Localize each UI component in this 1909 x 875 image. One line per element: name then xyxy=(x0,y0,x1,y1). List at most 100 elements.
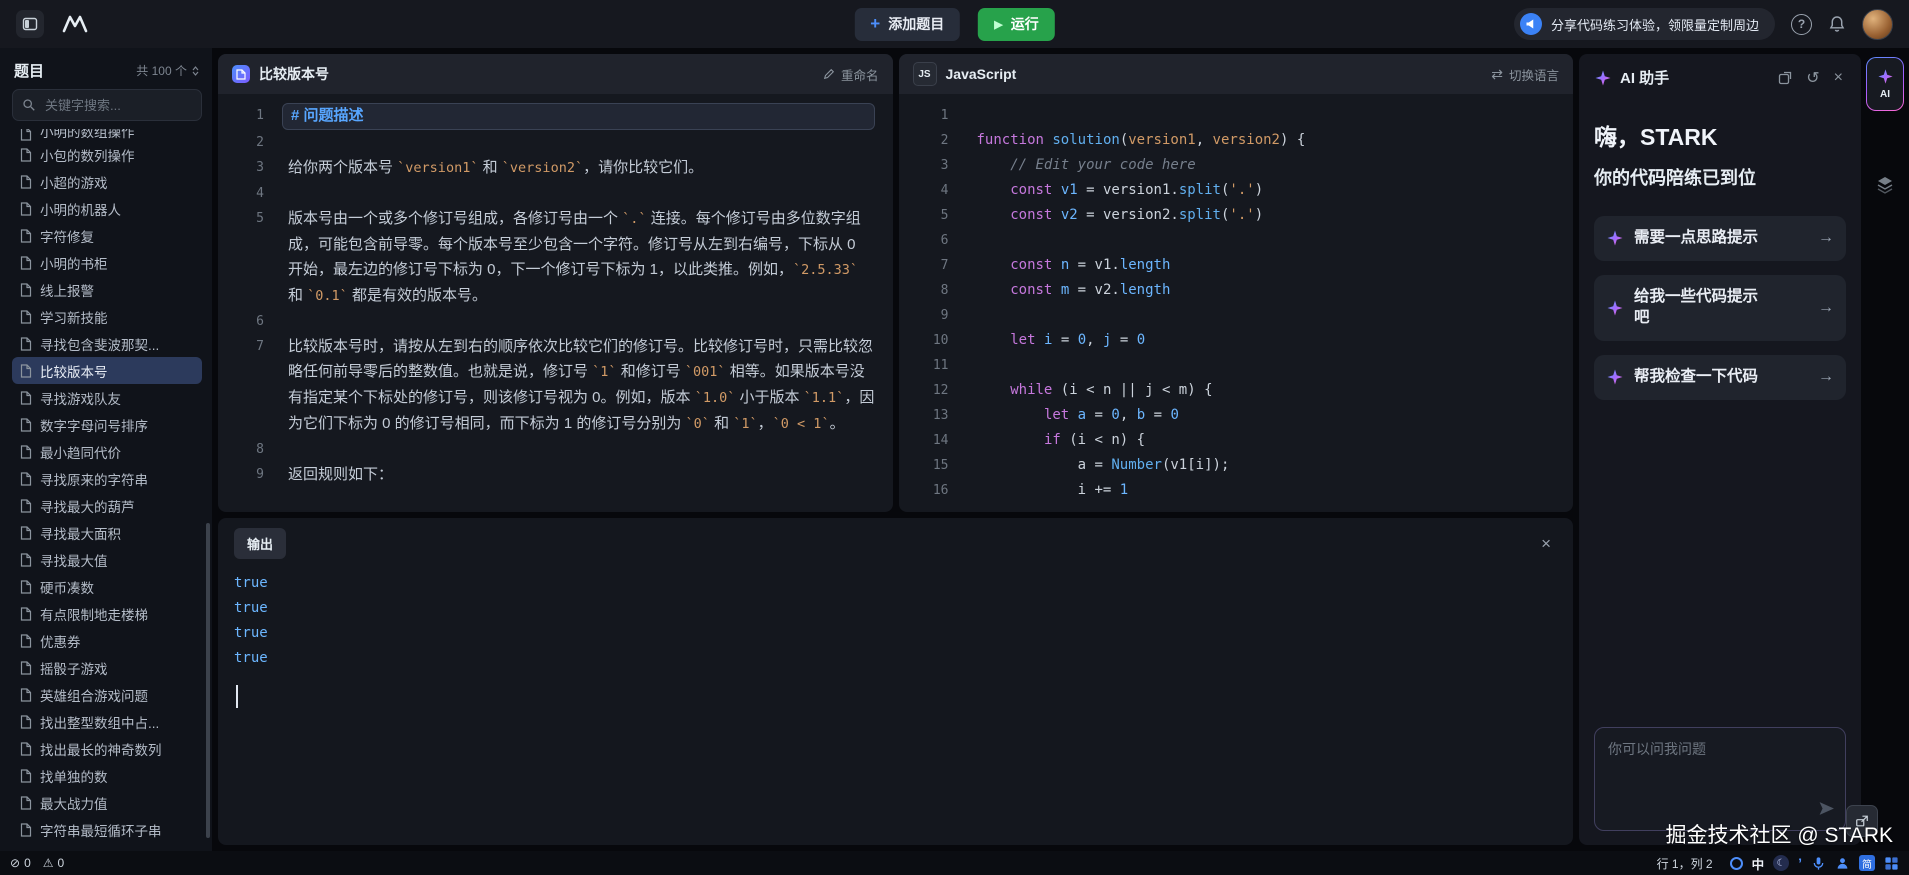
line-number: 3 xyxy=(256,160,264,175)
sidebar-item[interactable]: 英雄组合游戏问题 xyxy=(12,681,202,708)
sidebar-scrollbar[interactable] xyxy=(206,523,210,838)
share-icon[interactable] xyxy=(1775,71,1795,85)
ai-suggestion-card[interactable]: 给我一些代码提示吧 → xyxy=(1594,274,1846,341)
line-number: 5 xyxy=(940,208,949,223)
sidebar-item[interactable]: 字符修复 xyxy=(12,222,202,249)
user-avatar[interactable] xyxy=(1862,8,1893,40)
sparkle-icon xyxy=(1606,229,1624,247)
sidebar-item[interactable]: 找单独的数 xyxy=(12,762,202,789)
sidebar-item[interactable]: 优惠券 xyxy=(12,627,202,654)
rename-button[interactable]: 重命名 xyxy=(823,65,879,84)
sparkle-icon xyxy=(1606,368,1624,386)
code-line-text: while (i < n || j < m) { xyxy=(1010,382,1213,398)
history-icon[interactable]: ↺ xyxy=(1803,68,1822,88)
switch-icon: ⇄ xyxy=(1491,65,1503,82)
output-console[interactable]: true true true true xyxy=(234,571,1557,835)
microphone-icon[interactable] xyxy=(1811,856,1826,871)
sidebar-item[interactable]: 硬币凑数 xyxy=(12,573,202,600)
watermark: 掘金技术社区 @ STARK xyxy=(1665,824,1893,847)
line-number: 9 xyxy=(256,467,264,482)
code-line-text: a = Number(v1[i]); xyxy=(976,457,1230,473)
warning-indicator[interactable]: ⚠ 0 xyxy=(43,856,64,870)
sidebar-item[interactable]: 寻找最大面积 xyxy=(12,519,202,546)
problem-line-text: # 问题描述 xyxy=(282,103,875,130)
problem-line-text xyxy=(288,130,875,155)
sidebar-toggle-icon[interactable] xyxy=(16,10,44,38)
code-line: 5 const v2 = version2.split('.') xyxy=(899,203,1574,228)
problem-line: 1 # 问题描述 xyxy=(218,103,893,130)
search-input[interactable] xyxy=(43,96,192,114)
document-icon xyxy=(20,147,32,162)
line-number: 7 xyxy=(940,258,949,273)
sidebar-item[interactable]: 有点限制地走楼梯 xyxy=(12,600,202,627)
code-line-text: const v2 = version2.split('.') xyxy=(1010,207,1264,223)
sidebar-item-label: 线上报警 xyxy=(40,283,94,299)
ai-assistant-toggle[interactable]: AI xyxy=(1866,57,1904,111)
sidebar-item[interactable]: 寻找原来的字符串 xyxy=(12,465,202,492)
ai-suggestion-card[interactable]: 需要一点思路提示 → xyxy=(1594,216,1846,261)
line-number: 8 xyxy=(256,442,264,457)
sidebar-item[interactable]: 最小趋同代价 xyxy=(12,438,202,465)
notifications-icon[interactable] xyxy=(1828,15,1846,33)
sidebar-item[interactable]: 学习新技能 xyxy=(12,303,202,330)
keyboard-grid-icon[interactable] xyxy=(1884,856,1899,871)
sidebar-item[interactable]: 最大战力值 xyxy=(12,789,202,816)
sidebar-item[interactable]: 小超的游戏 xyxy=(12,168,202,195)
sidebar-item[interactable]: 字符串最短循环子串 xyxy=(12,816,202,843)
document-icon xyxy=(20,768,32,783)
sidebar-item[interactable]: 找出整型数组中占... xyxy=(12,708,202,735)
ime-mode-icon[interactable]: 中 xyxy=(1752,854,1765,873)
code-line: 2 function solution(version1, version2) { xyxy=(899,128,1574,153)
ime-ring-icon[interactable] xyxy=(1729,856,1743,870)
promo-banner[interactable]: 分享代码练习体验，领限量定制周边 xyxy=(1513,8,1775,40)
line-number: 6 xyxy=(940,233,949,248)
close-ai-icon[interactable]: × xyxy=(1831,69,1846,87)
output-tab[interactable]: 输出 xyxy=(234,528,287,559)
sidebar-item[interactable]: 寻找最大值 xyxy=(12,546,202,573)
moon-icon[interactable]: ☾ xyxy=(1773,855,1790,871)
code-line-text: i += 1 xyxy=(976,482,1129,498)
profile-icon[interactable] xyxy=(1835,856,1850,871)
layers-tool-icon[interactable] xyxy=(1875,175,1895,200)
plus-icon: + xyxy=(870,14,881,33)
ai-question-input[interactable] xyxy=(1606,737,1838,793)
problem-line: 8 xyxy=(218,437,893,462)
sidebar-item[interactable]: 小包的数列操作 xyxy=(12,141,202,168)
line-number: 1 xyxy=(940,108,949,123)
sidebar-item[interactable]: 小明的机器人 xyxy=(12,195,202,222)
sidebar-item[interactable]: 找出最长的神奇数列 xyxy=(12,735,202,762)
document-icon xyxy=(20,795,32,810)
sidebar-item[interactable]: 摇骰子游戏 xyxy=(12,654,202,681)
code-line: 6 xyxy=(899,228,1574,253)
ime-simplified-icon[interactable]: 简 xyxy=(1859,855,1875,871)
sidebar-item[interactable]: 寻找包含斐波那契... xyxy=(12,330,202,357)
switch-language-button[interactable]: ⇄ 切换语言 xyxy=(1491,65,1559,84)
sidebar-item[interactable]: 数字字母问号排序 xyxy=(12,411,202,438)
document-icon xyxy=(20,417,32,432)
ai-subtitle: 你的代码陪练已到位 xyxy=(1594,168,1756,188)
sidebar-item[interactable]: 寻找游戏队友 xyxy=(12,384,202,411)
output-line: true xyxy=(234,625,268,641)
sidebar-item[interactable]: 线上报警 xyxy=(12,276,202,303)
code-line: 3 // Edit your code here xyxy=(899,153,1574,178)
code-editor[interactable]: 1 2 function solution(version1, version2) … xyxy=(899,94,1574,512)
run-button[interactable]: ▶ 运行 xyxy=(978,7,1055,41)
close-output-icon[interactable]: × xyxy=(1535,534,1557,554)
quote-icon[interactable]: ’ xyxy=(1798,855,1802,871)
problem-editor[interactable]: 1 # 问题描述 2 3 给你两个版本号 `version1` 和 `version2`… xyxy=(218,94,893,512)
sidebar-item-label: 小超的游戏 xyxy=(40,175,108,191)
sidebar-item-label: 最大战力值 xyxy=(40,796,108,812)
topbar: + 添加题目 ▶ 运行 分享代码练习体验，领限量定制周边 ? xyxy=(0,0,1909,48)
code-line-text: if (i < n) { xyxy=(1043,432,1146,448)
sidebar-item[interactable]: 小明的书柜 xyxy=(12,249,202,276)
sidebar-item[interactable]: 寻找最大的葫芦 xyxy=(12,492,202,519)
sidebar-item[interactable]: 比较版本号 xyxy=(12,357,202,384)
ai-suggestion-card[interactable]: 帮我检查一下代码 → xyxy=(1594,354,1846,400)
problem-line-text xyxy=(288,181,875,206)
sidebar-item[interactable]: 小明的数组操作 xyxy=(12,129,202,141)
error-indicator[interactable]: ⊘ 0 xyxy=(10,856,31,870)
help-icon[interactable]: ? xyxy=(1791,13,1812,35)
text-cursor xyxy=(236,685,238,708)
add-problem-button[interactable]: + 添加题目 xyxy=(854,7,961,41)
